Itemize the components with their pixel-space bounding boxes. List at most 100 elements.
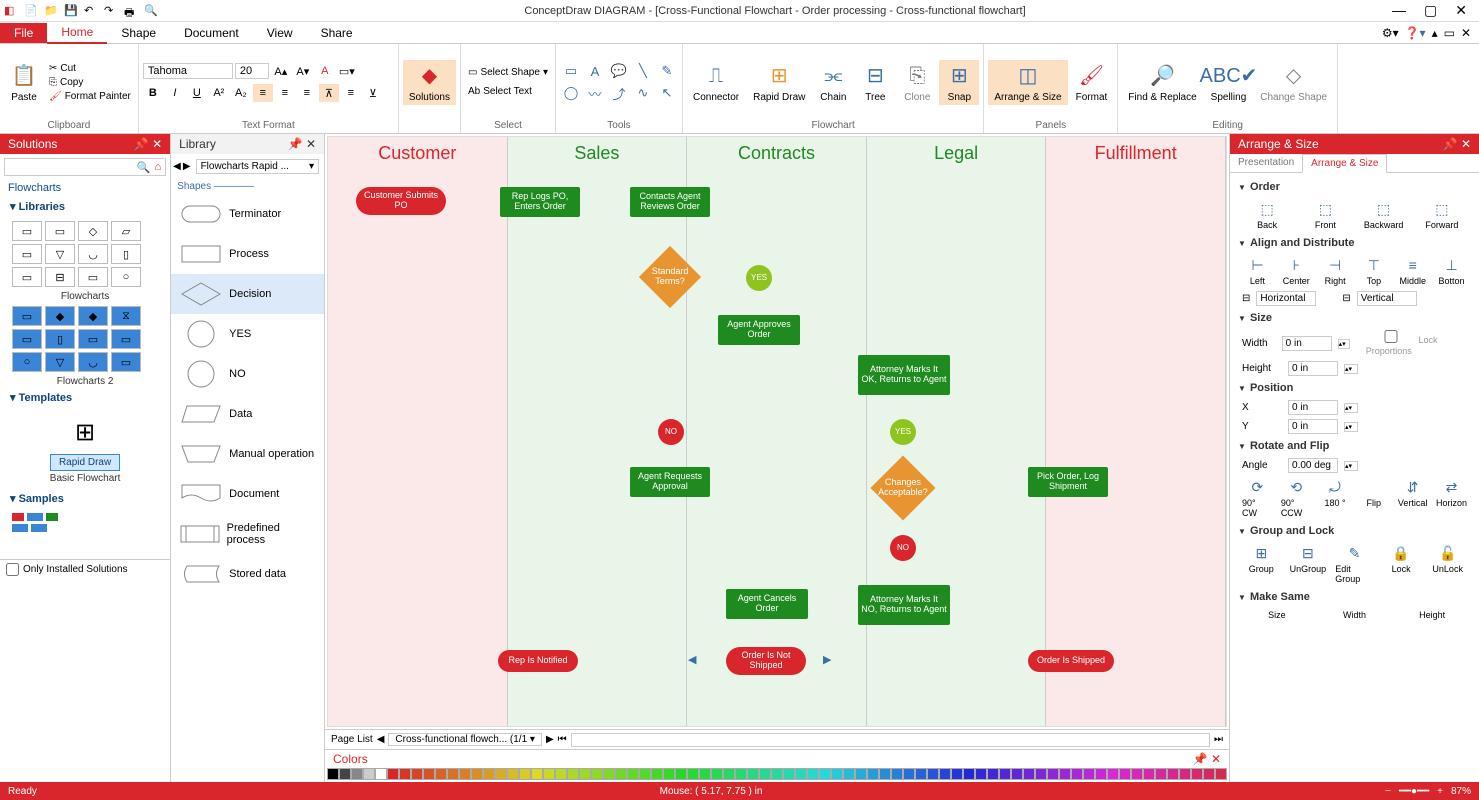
rotate-cw[interactable]: ⟳90° CW: [1242, 478, 1273, 518]
section-align[interactable]: Align and Distribute: [1238, 233, 1471, 253]
print-icon[interactable]: 🖶: [124, 4, 138, 18]
color-swatch[interactable]: [399, 768, 411, 780]
copy-button[interactable]: ⎘Copy: [46, 76, 134, 89]
color-swatch[interactable]: [1023, 768, 1035, 780]
valign-bottom-icon[interactable]: ⊻: [363, 84, 383, 102]
pin-icon[interactable]: 📌: [134, 137, 149, 151]
font-color-icon[interactable]: A: [315, 62, 335, 80]
page-next-icon[interactable]: ▶: [546, 734, 554, 745]
tab-home[interactable]: Home: [47, 22, 107, 44]
node-no-2[interactable]: NO: [890, 535, 916, 561]
color-swatch[interactable]: [339, 768, 351, 780]
color-swatch[interactable]: [531, 768, 543, 780]
align-center-icon[interactable]: ≡: [275, 84, 295, 102]
valign-middle-icon[interactable]: ≡: [341, 84, 361, 102]
y-input[interactable]: [1288, 419, 1338, 434]
select-shape-button[interactable]: ▭Select Shape ▾: [465, 66, 551, 79]
nav-next-icon[interactable]: ▶: [823, 653, 831, 666]
tab-share[interactable]: Share: [307, 23, 367, 43]
color-swatch[interactable]: [471, 768, 483, 780]
color-swatch[interactable]: [651, 768, 663, 780]
align-center[interactable]: ⊦Center: [1281, 256, 1312, 286]
color-swatch[interactable]: [615, 768, 627, 780]
same-width[interactable]: Width: [1320, 610, 1390, 620]
node-yes-2[interactable]: YES: [890, 419, 916, 445]
library-dropdown[interactable]: Flowcharts Rapid ...▾: [196, 159, 319, 174]
color-swatch[interactable]: [567, 768, 579, 780]
superscript-icon[interactable]: A²: [209, 84, 229, 102]
shape-manual-op[interactable]: Manual operation: [171, 434, 324, 474]
pin-icon[interactable]: 📌: [1443, 137, 1458, 151]
tab-file[interactable]: File: [0, 23, 47, 43]
tool-line-icon[interactable]: ╲: [632, 61, 654, 81]
shape-data[interactable]: Data: [171, 394, 324, 434]
color-swatch[interactable]: [1107, 768, 1119, 780]
rapid-draw-badge[interactable]: Rapid Draw: [50, 454, 120, 471]
pin-icon[interactable]: 📌: [288, 137, 303, 151]
color-swatch[interactable]: [867, 768, 879, 780]
tool-rect-icon[interactable]: ▭: [560, 61, 582, 81]
lock-proportions[interactable]: [1366, 330, 1416, 343]
color-swatch[interactable]: [375, 768, 387, 780]
arrange-size-button[interactable]: ◫Arrange & Size: [988, 60, 1067, 105]
select-text-button[interactable]: AbSelect Text: [465, 85, 551, 98]
tool-pen-icon[interactable]: ✎: [656, 61, 678, 81]
node-no-1[interactable]: NO: [658, 419, 684, 445]
close-panel-icon[interactable]: ✕: [306, 137, 316, 151]
format-button[interactable]: 🖌Format: [1070, 60, 1114, 105]
section-group[interactable]: Group and Lock: [1238, 521, 1471, 541]
color-swatch[interactable]: [951, 768, 963, 780]
tool-callout-icon[interactable]: 💬: [608, 61, 630, 81]
align-left[interactable]: ⊢Left: [1242, 256, 1273, 286]
color-swatch[interactable]: [807, 768, 819, 780]
dist-horizontal[interactable]: [1256, 291, 1316, 306]
align-right-icon[interactable]: ≡: [297, 84, 317, 102]
color-swatch[interactable]: [723, 768, 735, 780]
color-swatch[interactable]: [603, 768, 615, 780]
section-size[interactable]: Size: [1238, 308, 1471, 328]
color-swatch[interactable]: [939, 768, 951, 780]
clone-button[interactable]: ⎘Clone: [897, 60, 937, 105]
zoom-in-icon[interactable]: +: [1437, 786, 1443, 797]
highlight-icon[interactable]: ▭▾: [337, 62, 357, 80]
node-agent-requests[interactable]: Agent Requests Approval: [630, 467, 710, 497]
tab-presentation[interactable]: Presentation: [1230, 154, 1302, 172]
increase-font-icon[interactable]: A▴: [271, 62, 291, 80]
close-panel-icon[interactable]: ✕: [152, 137, 162, 151]
open-icon[interactable]: 📁: [44, 4, 58, 18]
node-contacts-agent[interactable]: Contacts Agent Reviews Order: [630, 187, 710, 217]
tool-bezier-icon[interactable]: 〰: [584, 83, 606, 103]
nav-prev-icon[interactable]: ◀: [688, 653, 696, 666]
color-swatch[interactable]: [1119, 768, 1131, 780]
tool-arc-icon[interactable]: ⤴: [608, 83, 630, 103]
node-agent-cancels[interactable]: Agent Cancels Order: [726, 589, 808, 619]
section-order[interactable]: Order: [1238, 177, 1471, 197]
color-swatch[interactable]: [819, 768, 831, 780]
node-attorney-no[interactable]: Attorney Marks It NO, Returns to Agent: [858, 585, 950, 625]
color-swatch[interactable]: [891, 768, 903, 780]
color-swatch[interactable]: [1143, 768, 1155, 780]
shape-no[interactable]: NO: [171, 354, 324, 394]
height-input[interactable]: [1288, 361, 1338, 376]
cut-button[interactable]: ✂Cut: [46, 62, 134, 75]
preview-icon[interactable]: 🔍: [144, 4, 158, 18]
color-swatch[interactable]: [459, 768, 471, 780]
close-panel-icon[interactable]: ✕: [1461, 137, 1471, 151]
maximize-icon[interactable]: ▢: [1424, 2, 1437, 19]
find-replace-button[interactable]: 🔎Find & Replace: [1122, 60, 1202, 105]
color-swatch[interactable]: [1059, 768, 1071, 780]
color-swatch[interactable]: [519, 768, 531, 780]
color-swatch[interactable]: [1131, 768, 1143, 780]
color-swatch[interactable]: [1047, 768, 1059, 780]
close-panel-icon[interactable]: ✕: [1211, 752, 1221, 766]
page-last-icon[interactable]: ⏭: [1214, 734, 1223, 745]
color-swatch[interactable]: [435, 768, 447, 780]
bold-icon[interactable]: B: [143, 84, 163, 102]
italic-icon[interactable]: I: [165, 84, 185, 102]
decrease-font-icon[interactable]: A▾: [293, 62, 313, 80]
align-middle[interactable]: ≡Middle: [1397, 256, 1428, 286]
rotate-ccw[interactable]: ⟲90° CCW: [1281, 478, 1312, 518]
color-swatch[interactable]: [735, 768, 747, 780]
color-swatch[interactable]: [387, 768, 399, 780]
color-swatch[interactable]: [1155, 768, 1167, 780]
